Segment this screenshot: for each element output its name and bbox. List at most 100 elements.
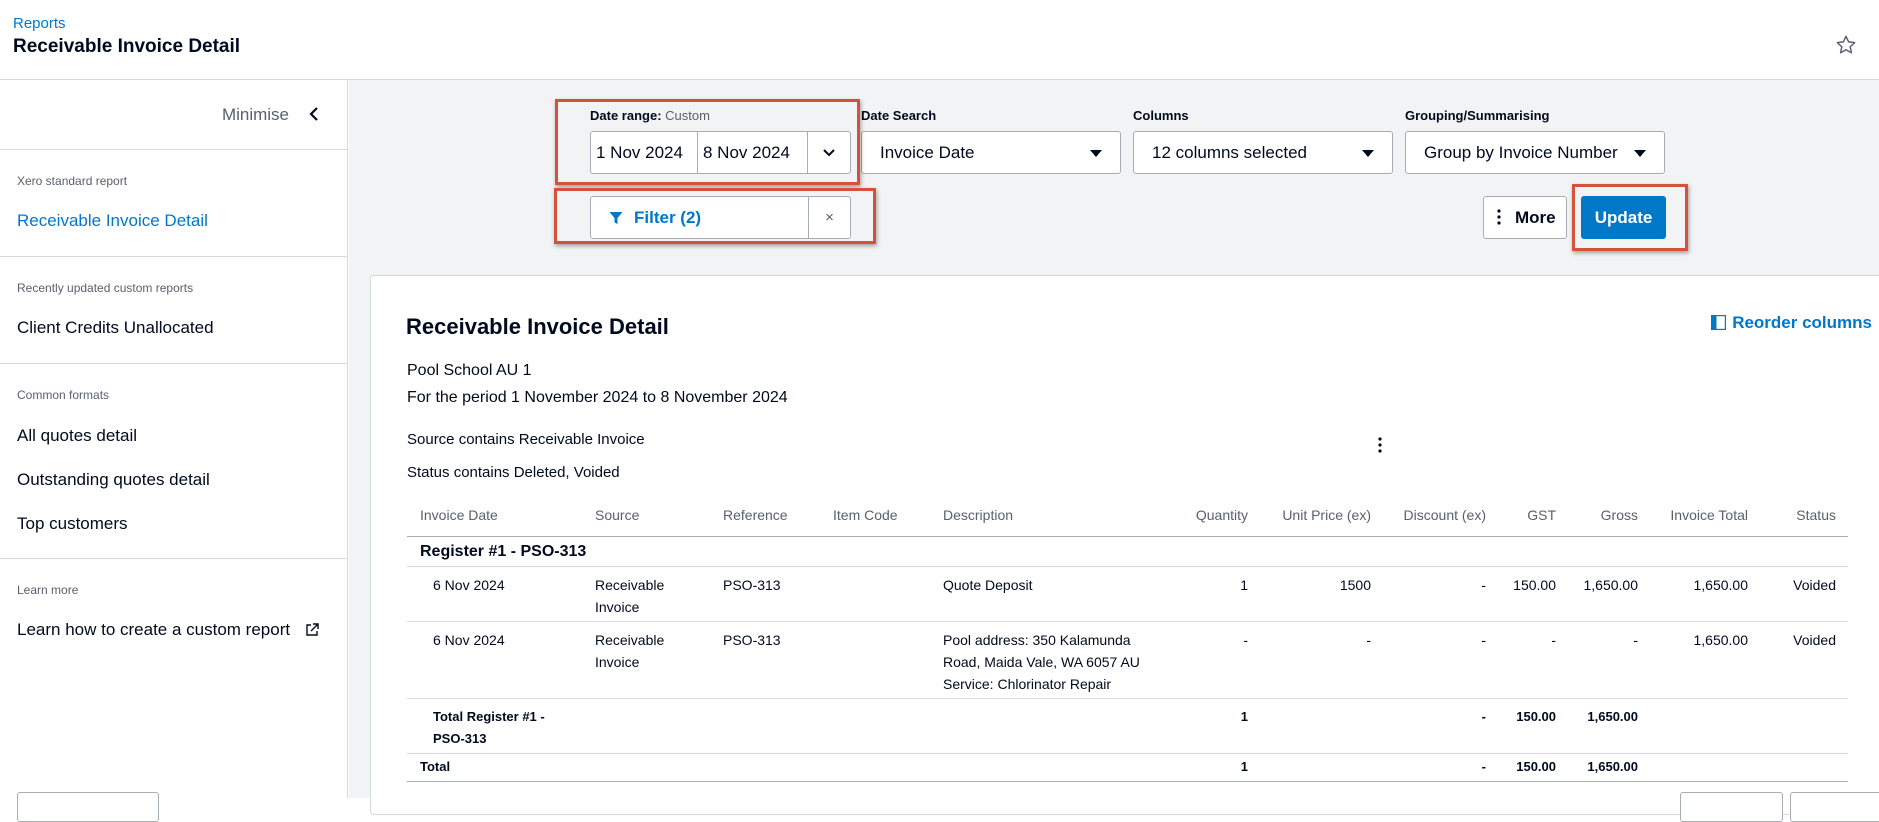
- sidebar-item-outstanding-quotes-detail[interactable]: Outstanding quotes detail: [17, 470, 210, 490]
- date-search-select[interactable]: Invoice Date: [861, 131, 1121, 174]
- kebab-menu-icon[interactable]: [1378, 436, 1382, 454]
- grouping-label: Grouping/Summarising: [1405, 108, 1550, 123]
- column-header[interactable]: GST: [1486, 499, 1556, 537]
- column-header[interactable]: Invoice Total: [1638, 499, 1748, 537]
- sidebar-item-client-credits-unallocated[interactable]: Client Credits Unallocated: [17, 318, 214, 338]
- external-link-icon: [306, 623, 319, 636]
- sidebar-heading: Recently updated custom reports: [17, 281, 194, 295]
- subtotal-discount: -: [1371, 698, 1486, 754]
- more-button[interactable]: More: [1483, 196, 1567, 239]
- date-from-field[interactable]: 1 Nov 2024: [591, 132, 698, 173]
- sidebar-heading: Learn more: [17, 583, 79, 597]
- total-discount: -: [1371, 753, 1486, 782]
- caret-down-icon: [1362, 150, 1374, 157]
- footer-button[interactable]: [17, 792, 159, 822]
- cell-invoice-total: 1,650.00: [1638, 621, 1748, 699]
- total-row: Total 1 - 150.00 1,650.00: [407, 753, 1848, 782]
- sidebar-section-custom: Recently updated custom reports Client C…: [0, 257, 347, 364]
- date-range-dropdown[interactable]: [808, 132, 851, 173]
- column-header[interactable]: Reference: [723, 499, 833, 537]
- column-header[interactable]: Discount (ex): [1371, 499, 1486, 537]
- cell-date[interactable]: 6 Nov 2024: [407, 621, 595, 699]
- total-gross: 1,650.00: [1556, 753, 1638, 782]
- report-organisation: Pool School AU 1: [407, 362, 532, 379]
- report-title: Receivable Invoice Detail: [406, 314, 669, 339]
- filter-button[interactable]: Filter (2): [590, 196, 809, 239]
- sidebar-item-top-customers[interactable]: Top customers: [17, 514, 128, 534]
- columns-label: Columns: [1133, 108, 1189, 123]
- cell-source: Receivable Invoice: [595, 566, 723, 622]
- column-header[interactable]: Quantity: [1173, 499, 1248, 537]
- cell-description: Pool address: 350 Kalamunda Road, Maida V…: [943, 621, 1173, 699]
- sidebar-item-all-quotes-detail[interactable]: All quotes detail: [17, 426, 137, 446]
- cell-quantity: 1: [1173, 566, 1248, 622]
- sidebar-item-receivable-invoice-detail[interactable]: Receivable Invoice Detail: [17, 211, 208, 231]
- column-header[interactable]: Item Code: [833, 499, 943, 537]
- grouping-value: Group by Invoice Number: [1424, 143, 1618, 162]
- total-quantity: 1: [1173, 753, 1248, 782]
- column-header[interactable]: Gross: [1556, 499, 1638, 537]
- sidebar-item-learn-custom-report[interactable]: Learn how to create a custom report: [17, 620, 290, 640]
- group-title: Register #1 - PSO-313: [407, 536, 1848, 567]
- subtotal-gross: 1,650.00: [1556, 698, 1638, 754]
- column-header[interactable]: Invoice Date: [407, 499, 595, 537]
- column-header[interactable]: Description: [943, 499, 1173, 537]
- report-filter-line: Status contains Deleted, Voided: [407, 464, 620, 481]
- cell-gross: -: [1556, 621, 1638, 699]
- reorder-columns-button[interactable]: Reorder columns: [1711, 313, 1872, 333]
- cell-gross: 1,650.00: [1556, 566, 1638, 622]
- total-label: Total: [407, 753, 595, 782]
- columns-value: 12 columns selected: [1152, 143, 1307, 162]
- cell-discount: -: [1371, 621, 1486, 699]
- cell-reference[interactable]: PSO-313: [723, 621, 833, 699]
- table-row: 6 Nov 2024 Receivable Invoice PSO-313 Poo…: [407, 621, 1848, 699]
- cell-discount: -: [1371, 566, 1486, 622]
- column-header[interactable]: Status: [1748, 499, 1848, 537]
- column-header[interactable]: Source: [595, 499, 723, 537]
- sidebar: Minimise Xero standard report Receivable…: [0, 80, 348, 798]
- filter-icon: [609, 212, 623, 224]
- report-filter-line: Source contains Receivable Invoice: [407, 431, 645, 448]
- breadcrumb-reports[interactable]: Reports: [13, 15, 66, 32]
- star-icon[interactable]: [1835, 34, 1857, 56]
- cell-date[interactable]: 6 Nov 2024: [407, 566, 595, 622]
- chevron-down-icon: [823, 149, 835, 157]
- chevron-left-icon: [309, 107, 318, 121]
- column-header[interactable]: Unit Price (ex): [1248, 499, 1371, 537]
- report-main: Date range: Custom 1 Nov 2024 8 Nov 2024…: [349, 80, 1879, 815]
- date-search-label: Date Search: [861, 108, 937, 123]
- clear-filter-button[interactable]: ×: [808, 196, 851, 239]
- date-to-field[interactable]: 8 Nov 2024: [698, 132, 808, 173]
- total-gst: 150.00: [1486, 753, 1556, 782]
- update-button[interactable]: Update: [1581, 196, 1666, 239]
- cell-gst: -: [1486, 621, 1556, 699]
- table-header-row: Invoice Date Source Reference Item Code …: [407, 499, 1848, 537]
- date-range-picker: 1 Nov 2024 8 Nov 2024: [590, 131, 851, 174]
- subtotal-quantity: 1: [1173, 698, 1248, 754]
- sidebar-heading: Xero standard report: [17, 174, 128, 188]
- cell-status: Voided: [1748, 621, 1848, 699]
- vertical-dots-icon: [1497, 209, 1501, 225]
- date-search-value: Invoice Date: [880, 143, 975, 162]
- filter-label: Filter (2): [634, 208, 702, 227]
- sidebar-section-common: Common formats All quotes detail Outstan…: [0, 364, 347, 559]
- subtotal-row: Total Register #1 - PSO-313 1 - 150.00 1,…: [407, 698, 1848, 754]
- cell-description: Quote Deposit: [943, 566, 1173, 622]
- grouping-select[interactable]: Group by Invoice Number: [1405, 131, 1665, 174]
- footer-button[interactable]: [1680, 792, 1783, 822]
- report-period: For the period 1 November 2024 to 8 Nove…: [407, 389, 788, 406]
- sidebar-heading: Common formats: [17, 388, 110, 402]
- date-range-label: Date range: Custom: [590, 108, 710, 123]
- sidebar-section-standard: Xero standard report Receivable Invoice …: [0, 150, 347, 257]
- caret-down-icon: [1090, 150, 1102, 157]
- columns-select[interactable]: 12 columns selected: [1133, 131, 1393, 174]
- table-row: 6 Nov 2024 Receivable Invoice PSO-313 Quo…: [407, 566, 1848, 622]
- cell-item-code: [833, 566, 943, 622]
- minimise-button[interactable]: Minimise: [0, 80, 347, 150]
- cell-reference[interactable]: PSO-313: [723, 566, 833, 622]
- cell-status: Voided: [1748, 566, 1848, 622]
- caret-down-icon: [1634, 150, 1646, 157]
- sidebar-section-learn: Learn more Learn how to create a custom …: [0, 559, 347, 659]
- report-table: Invoice Date Source Reference Item Code …: [407, 499, 1848, 782]
- footer-button[interactable]: [1790, 792, 1879, 822]
